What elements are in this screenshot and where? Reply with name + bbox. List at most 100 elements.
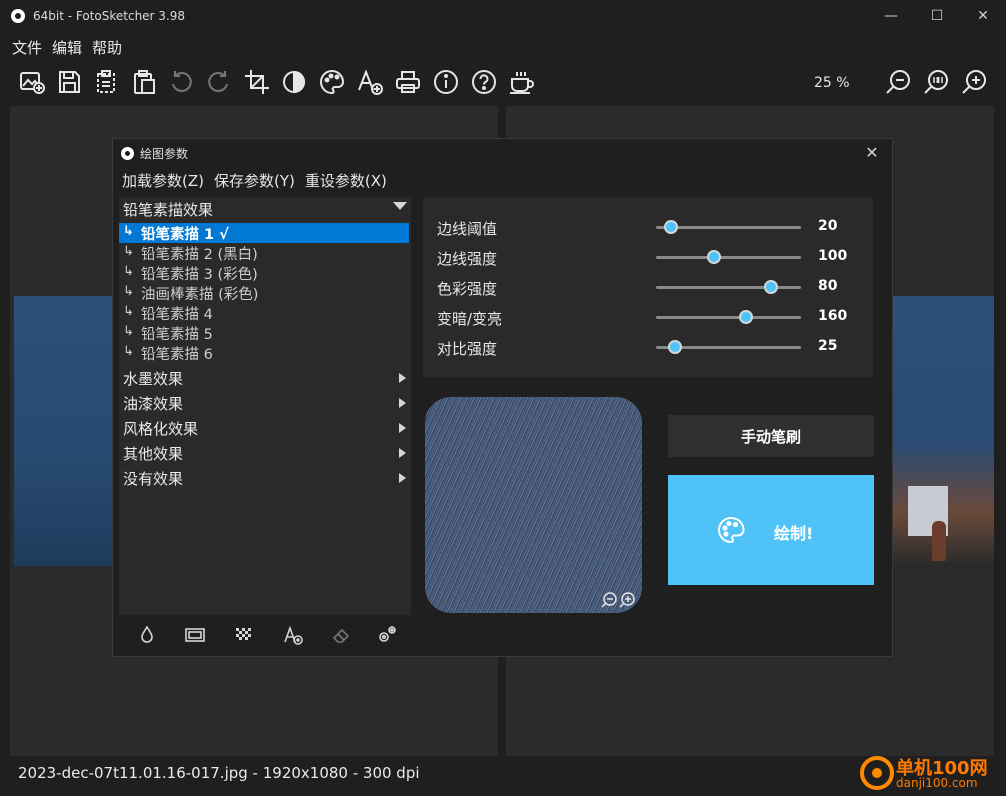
watermark: 单机100网 danji100.com (856, 752, 1006, 796)
result-photo (888, 296, 994, 566)
maximize-button[interactable]: ☐ (914, 0, 960, 32)
draw-button[interactable]: 绘制! (668, 475, 874, 585)
effect-item-sketch-2[interactable]: ↳ 铅笔素描 2 (黑白) (119, 243, 409, 263)
minimize-button[interactable]: — (868, 0, 914, 32)
coffee-icon[interactable] (506, 66, 538, 98)
chevron-down-icon (393, 202, 407, 210)
menu-load-params[interactable]: 加载参数(Z) (122, 170, 204, 191)
settings-gears-icon[interactable] (375, 623, 399, 647)
menu-reset-params[interactable]: 重设参数(X) (305, 170, 387, 191)
palette-icon[interactable] (316, 66, 348, 98)
branch-arrow-icon: ↳ (123, 244, 134, 259)
frame-icon[interactable] (183, 623, 207, 647)
effect-category-label: 水墨效果 (123, 370, 184, 388)
draw-button-label: 绘制! (774, 524, 814, 543)
zoom-in-icon[interactable] (958, 66, 990, 98)
effect-item-sketch-4[interactable]: ↳ 铅笔素描 4 (119, 303, 409, 323)
water-drop-icon[interactable] (135, 623, 159, 647)
param-value: 160 (818, 308, 848, 324)
dialog-close-button[interactable]: ✕ (862, 143, 882, 163)
redo-icon[interactable] (203, 66, 235, 98)
toolbar: 25 % (0, 62, 1006, 102)
effect-category-stylize[interactable]: 风格化效果 (119, 417, 411, 439)
watermark-url: danji100.com (896, 776, 978, 790)
menu-file[interactable]: 文件 (12, 37, 42, 58)
param-darken-lighten: 变暗/变亮 160 (423, 305, 873, 329)
contrast-icon[interactable] (278, 66, 310, 98)
preview-zoom-out-icon[interactable] (600, 591, 618, 609)
chevron-right-icon (399, 423, 406, 433)
close-button[interactable]: ✕ (960, 0, 1006, 32)
crop-icon[interactable] (241, 66, 273, 98)
add-text-icon[interactable] (354, 66, 386, 98)
branch-arrow-icon: ↳ (123, 324, 134, 339)
effect-item-label: 铅笔素描 2 (黑白) (141, 247, 258, 263)
effects-group-header[interactable]: 铅笔素描效果 (119, 197, 411, 221)
effects-list: 铅笔素描效果 ↳ 铅笔素描 1 √ ↳ 铅笔素描 2 (黑白) ↳ 铅笔素描 3… (119, 197, 411, 615)
window-title: 64bit - FotoSketcher 3.98 (33, 9, 186, 23)
open-image-icon[interactable] (16, 66, 48, 98)
param-label: 色彩强度 (437, 280, 498, 298)
effect-category-ink[interactable]: 水墨效果 (119, 367, 411, 389)
param-value: 80 (818, 278, 838, 294)
copy-icon[interactable] (90, 66, 122, 98)
param-slider[interactable] (656, 220, 801, 234)
texture-icon[interactable] (231, 623, 255, 647)
undo-icon[interactable] (165, 66, 197, 98)
chevron-right-icon (399, 448, 406, 458)
dialog-menu: 加载参数(Z) 保存参数(Y) 重设参数(X) (122, 170, 397, 191)
zoom-out-icon[interactable] (882, 66, 914, 98)
effect-category-label: 风格化效果 (123, 420, 199, 438)
dialog-title-bar: 绘图参数 (121, 145, 188, 162)
effect-category-other[interactable]: 其他效果 (119, 442, 411, 464)
param-slider[interactable] (656, 280, 801, 294)
print-icon[interactable] (392, 66, 424, 98)
menu-edit[interactable]: 编辑 (52, 37, 82, 58)
effect-item-sketch-5[interactable]: ↳ 铅笔素描 5 (119, 323, 409, 343)
chevron-right-icon (399, 398, 406, 408)
effect-category-label: 其他效果 (123, 445, 184, 463)
preview-zoom-in-icon[interactable] (618, 591, 636, 609)
slider-thumb[interactable] (667, 340, 682, 354)
effect-item-sketch-3[interactable]: ↳ 铅笔素描 3 (彩色) (119, 263, 409, 283)
slider-thumb[interactable] (663, 220, 678, 234)
effect-item-label: 铅笔素描 5 (141, 327, 213, 343)
effect-item-sketch-1[interactable]: ↳ 铅笔素描 1 √ (119, 223, 409, 243)
manual-brush-label: 手动笔刷 (740, 427, 801, 446)
param-label: 变暗/变亮 (437, 310, 503, 328)
branch-arrow-icon: ↳ (123, 264, 134, 279)
eraser-icon[interactable] (329, 623, 353, 647)
add-text-icon[interactable] (281, 623, 305, 647)
effect-category-paint[interactable]: 油漆效果 (119, 392, 411, 414)
watermark-logo-icon (860, 756, 894, 790)
dialog-logo-icon (121, 147, 134, 160)
slider-thumb[interactable] (763, 280, 778, 294)
effect-item-label: 铅笔素描 6 (141, 347, 213, 363)
manual-brush-button[interactable]: 手动笔刷 (668, 415, 874, 457)
effect-preview (425, 397, 642, 613)
effect-category-label: 油漆效果 (123, 395, 184, 413)
menu-save-params[interactable]: 保存参数(Y) (214, 170, 295, 191)
param-edge-threshold: 边线阈值 20 (423, 215, 873, 239)
effect-item-label: 铅笔素描 4 (141, 307, 213, 323)
effect-item-label: 铅笔素描 1 √ (141, 227, 229, 243)
effect-item-sketch-6[interactable]: ↳ 铅笔素描 6 (119, 343, 409, 363)
param-edge-strength: 边线强度 100 (423, 245, 873, 269)
info-icon[interactable] (430, 66, 462, 98)
slider-thumb[interactable] (738, 310, 753, 324)
zoom-1to1-icon[interactable] (920, 66, 952, 98)
save-icon[interactable] (53, 66, 85, 98)
help-icon[interactable] (468, 66, 500, 98)
slider-thumb[interactable] (707, 250, 721, 264)
paste-icon[interactable] (128, 66, 160, 98)
param-slider[interactable] (656, 340, 801, 354)
effect-category-none[interactable]: 没有效果 (119, 467, 411, 489)
param-slider[interactable] (656, 250, 801, 264)
param-label: 边线阈值 (437, 220, 498, 238)
param-value: 100 (818, 248, 848, 264)
param-contrast: 对比强度 25 (423, 335, 873, 359)
effect-item-oil-pastel[interactable]: ↳ 油画棒素描 (彩色) (119, 283, 409, 303)
param-slider[interactable] (656, 310, 801, 324)
effects-group-label: 铅笔素描效果 (123, 201, 214, 219)
menu-help[interactable]: 帮助 (92, 37, 122, 58)
